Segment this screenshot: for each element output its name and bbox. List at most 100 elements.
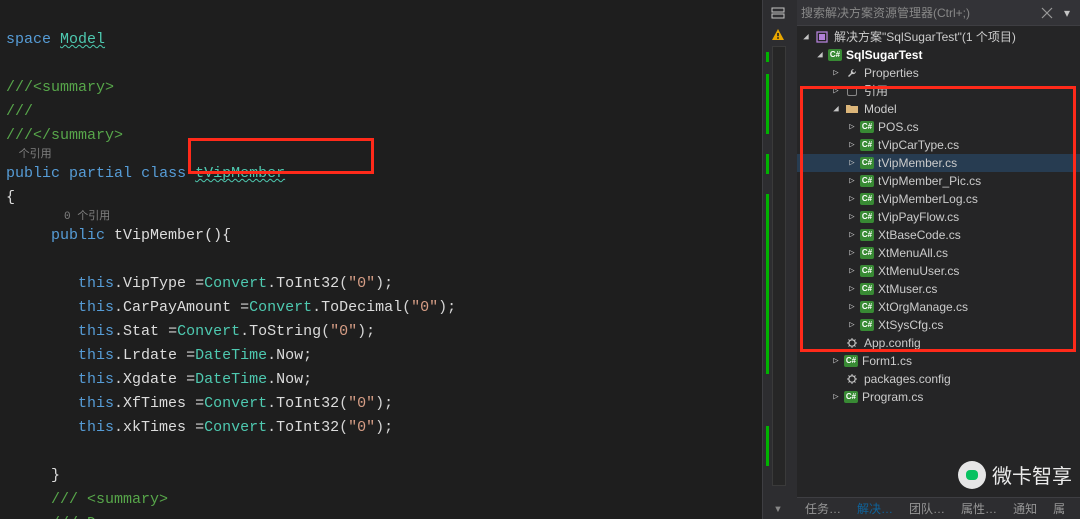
folder-icon xyxy=(844,101,860,117)
expand-icon[interactable]: ▷ xyxy=(845,244,859,262)
brace-open: { xyxy=(6,189,15,206)
bottom-tabs: 任务… 解决… 团队… 属性… 通知 属 xyxy=(797,497,1080,519)
csharp-icon: C# xyxy=(860,211,874,223)
code-body[interactable]: space Model ///<summary> /// ///</summar… xyxy=(0,0,792,519)
scroll-down-icon[interactable]: ▾ xyxy=(770,501,786,517)
expand-icon[interactable]: ▷ xyxy=(845,136,859,154)
codelens-class[interactable]: 个引用 xyxy=(6,148,792,162)
tree-file[interactable]: ▷C#XtOrgManage.cs xyxy=(797,298,1080,316)
expand-icon[interactable]: ▷ xyxy=(845,118,859,136)
references-icon xyxy=(844,83,860,99)
file-label: XtMuser.cs xyxy=(878,280,937,298)
tree-file[interactable]: App.config xyxy=(797,334,1080,352)
expand-icon[interactable]: ◢ xyxy=(813,46,827,64)
wrench-icon xyxy=(844,65,860,81)
config-icon xyxy=(844,335,860,351)
tree-file[interactable]: ▷C# tVipMember.cs xyxy=(797,154,1080,172)
minimap[interactable] xyxy=(772,46,786,486)
expand-icon[interactable]: ▷ xyxy=(845,298,859,316)
namespace-name: Model xyxy=(60,31,105,48)
tree-file[interactable]: ▷C# tVipMember_Pic.cs xyxy=(797,172,1080,190)
csharp-icon: C# xyxy=(860,283,874,295)
tree-solution[interactable]: ◢ 解决方案"SqlSugarTest"(1 个项目) xyxy=(797,28,1080,46)
tree-file[interactable]: ▷C# Form1.cs xyxy=(797,352,1080,370)
csharp-icon: C# xyxy=(860,229,874,241)
tree-file[interactable]: ▷C#Program.cs xyxy=(797,388,1080,406)
tree-file[interactable]: ▷C# XtBaseCode.cs xyxy=(797,226,1080,244)
csharp-icon: C# xyxy=(860,319,874,331)
expand-icon[interactable]: ▷ xyxy=(845,154,859,172)
kw-class: class xyxy=(141,165,186,182)
expand-icon[interactable]: ▷ xyxy=(845,208,859,226)
csharp-icon: C# xyxy=(844,391,858,403)
csharp-icon: C# xyxy=(844,355,858,367)
tree-references[interactable]: ▷ 引用 xyxy=(797,82,1080,100)
tab-notify[interactable]: 通知 xyxy=(1005,498,1045,519)
expand-icon[interactable]: ◢ xyxy=(829,100,843,118)
file-label: XtMenuAll.cs xyxy=(878,244,948,262)
change-bars xyxy=(766,46,769,519)
expand-icon[interactable]: ▷ xyxy=(845,262,859,280)
expand-icon[interactable]: ▷ xyxy=(829,352,843,370)
tab-properties[interactable]: 属性… xyxy=(953,498,1005,519)
csproj-icon: C# xyxy=(828,49,842,61)
file-label: XtBaseCode.cs xyxy=(878,226,961,244)
warning-icon[interactable] xyxy=(769,26,787,44)
file-label: XtOrgManage.cs xyxy=(878,298,968,316)
expand-icon[interactable]: ▷ xyxy=(845,280,859,298)
expand-icon[interactable]: ◢ xyxy=(799,28,813,46)
solution-tree[interactable]: ◢ 解决方案"SqlSugarTest"(1 个项目) ◢ C# SqlSuga… xyxy=(797,26,1080,497)
doc-summary-close: ///</summary> xyxy=(6,127,123,144)
kw-public: public xyxy=(6,165,60,182)
doc-empty: /// xyxy=(6,103,33,120)
file-label: Form1.cs xyxy=(862,352,912,370)
tree-file[interactable]: ▷C#POS.cs xyxy=(797,118,1080,136)
expand-icon[interactable]: ▷ xyxy=(829,388,843,406)
csharp-icon: C# xyxy=(860,175,874,187)
file-label: tVipMember_Pic.cs xyxy=(878,172,981,190)
search-input[interactable] xyxy=(801,6,1036,20)
tree-file[interactable]: ▷C# XtMenuAll.cs xyxy=(797,244,1080,262)
tab-task[interactable]: 任务… xyxy=(797,498,849,519)
file-label: packages.config xyxy=(864,370,951,388)
expand-icon[interactable]: ▷ xyxy=(829,64,843,82)
kw-namespace: space xyxy=(6,31,51,48)
class-name: tVipMember xyxy=(195,165,285,182)
expand-icon[interactable]: ▷ xyxy=(845,172,859,190)
tree-properties[interactable]: ▷ Properties xyxy=(797,64,1080,82)
file-label: XtSysCfg.cs xyxy=(878,316,943,334)
search-dropdown-icon[interactable]: ▾ xyxy=(1058,4,1076,22)
config-icon xyxy=(844,371,860,387)
csharp-icon: C# xyxy=(860,139,874,151)
tab-team[interactable]: 团队… xyxy=(901,498,953,519)
tree-model-folder[interactable]: ◢ Model xyxy=(797,100,1080,118)
file-label: tVipMemberLog.cs xyxy=(878,190,978,208)
expand-icon[interactable]: ▷ xyxy=(845,226,859,244)
tree-file[interactable]: packages.config xyxy=(797,370,1080,388)
file-label: POS.cs xyxy=(878,118,919,136)
expand-icon[interactable]: ▷ xyxy=(845,190,859,208)
expand-icon[interactable]: ▷ xyxy=(829,82,843,100)
expand-icon[interactable]: ▷ xyxy=(845,316,859,334)
tree-file[interactable]: ▷C#XtMenuUser.cs xyxy=(797,262,1080,280)
file-label: App.config xyxy=(864,334,921,352)
codelens-ctor[interactable]: 0 个引用 xyxy=(6,210,792,224)
file-label: tVipMember.cs xyxy=(878,154,957,172)
code-editor[interactable]: space Model ///<summary> /// ///</summar… xyxy=(0,0,792,519)
tab-solution[interactable]: 解决… xyxy=(849,498,901,519)
tree-file[interactable]: ▷C# XtMuser.cs xyxy=(797,280,1080,298)
tree-file[interactable]: ▷C#tVipCarType.cs xyxy=(797,136,1080,154)
tree-file[interactable]: ▷C#tVipMemberLog.cs xyxy=(797,190,1080,208)
csharp-icon: C# xyxy=(860,157,874,169)
file-label: XtMenuUser.cs xyxy=(878,262,959,280)
search-clear-icon[interactable] xyxy=(1038,4,1056,22)
tree-file[interactable]: ▷C# tVipPayFlow.cs xyxy=(797,208,1080,226)
tree-project[interactable]: ◢ C# SqlSugarTest xyxy=(797,46,1080,64)
csharp-icon: C# xyxy=(860,247,874,259)
solution-icon xyxy=(814,29,830,45)
file-label: tVipPayFlow.cs xyxy=(878,208,959,226)
tree-file[interactable]: ▷C# XtSysCfg.cs xyxy=(797,316,1080,334)
tab-more[interactable]: 属 xyxy=(1045,498,1073,519)
kw-partial: partial xyxy=(69,165,132,182)
split-icon[interactable] xyxy=(769,4,787,22)
